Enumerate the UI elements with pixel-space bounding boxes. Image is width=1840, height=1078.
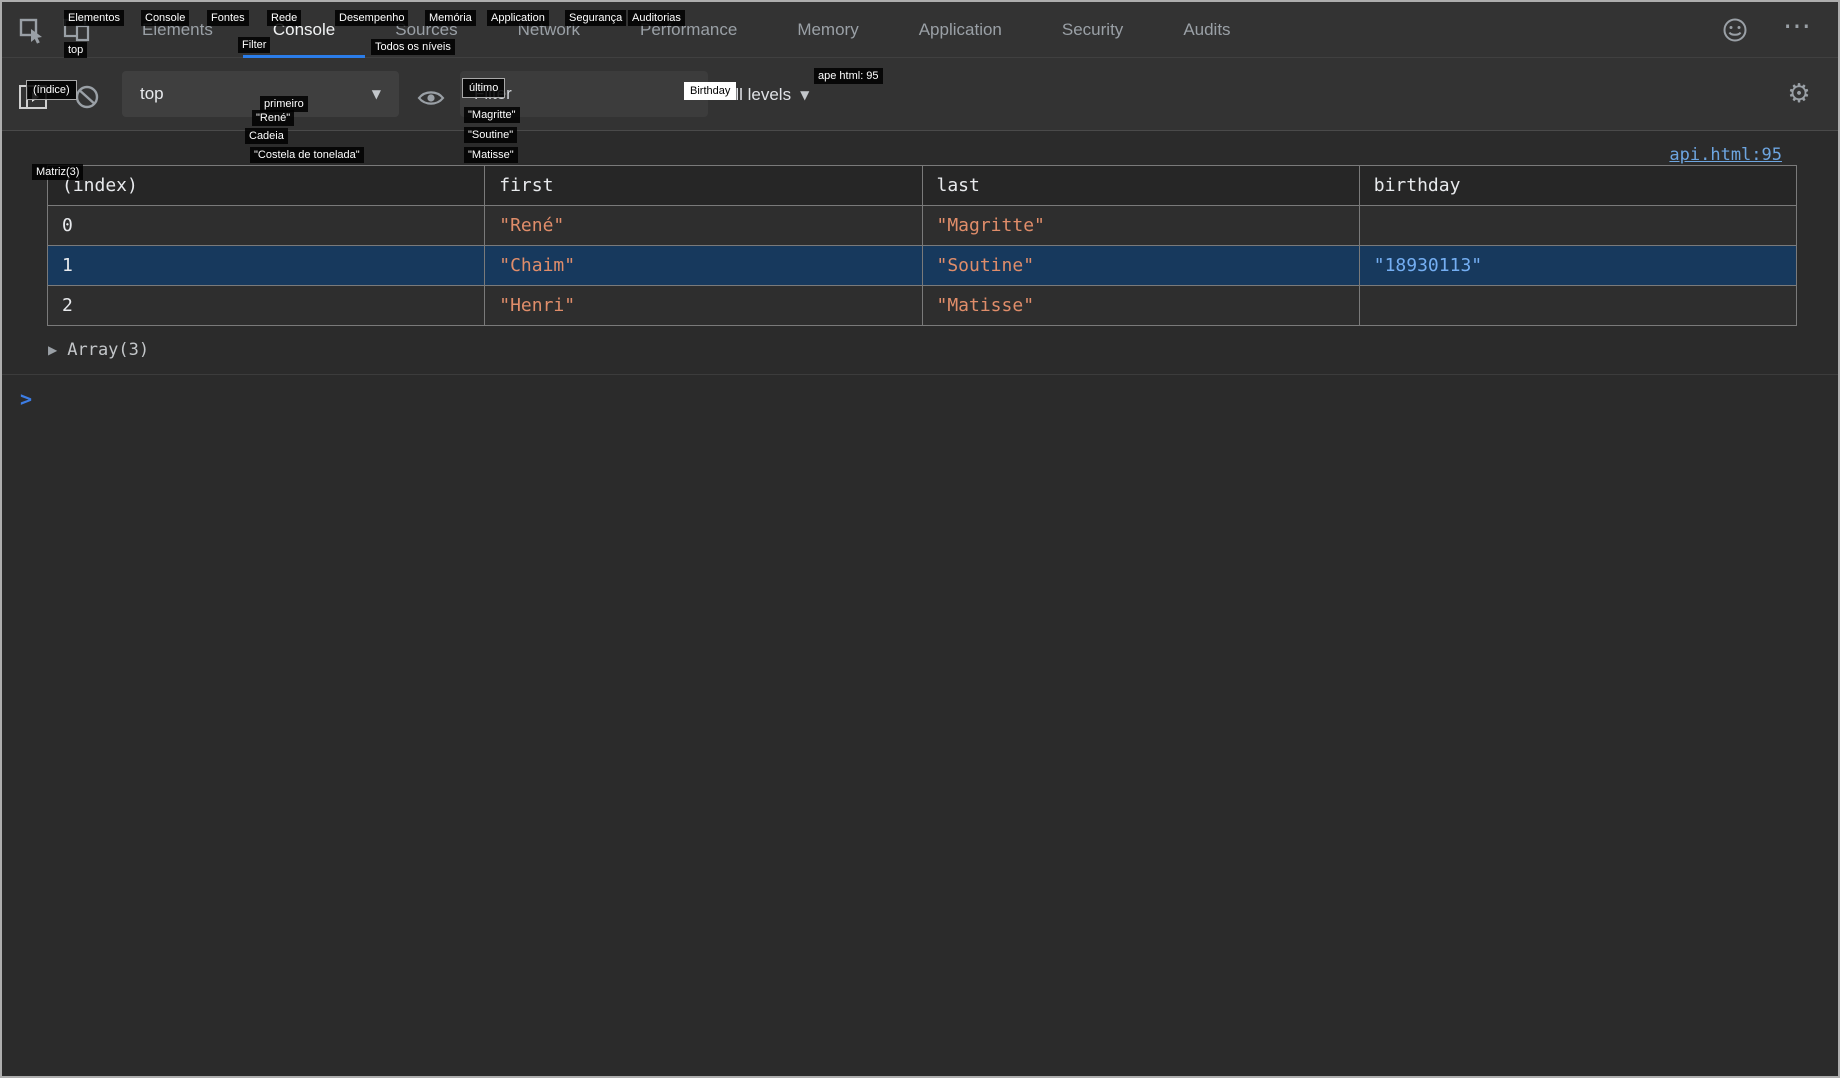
settings-button[interactable]: ⚙: [1780, 77, 1818, 111]
console-table-message: api.html:95 (index) first last birthday …: [2, 131, 1838, 375]
chevron-down-icon: ▼: [800, 88, 809, 102]
cell-birthday: "18930113": [1359, 246, 1796, 286]
feedback-button[interactable]: [1716, 13, 1754, 47]
cell-first: "Chaim": [485, 246, 922, 286]
console-messages-area: api.html:95 (index) first last birthday …: [2, 131, 1838, 1076]
translation-overlay-filter: Filter: [238, 37, 270, 53]
cell-last: "Matisse": [922, 286, 1359, 326]
inspect-element-icon: [18, 17, 45, 44]
translation-overlay-elements: Elementos: [64, 10, 124, 26]
more-options-icon: ⋯: [1783, 9, 1811, 42]
translation-overlay-array: Matriz(3): [32, 164, 83, 180]
translation-overlay-levels: Todos os níveis: [371, 39, 455, 55]
more-options-button[interactable]: ⋯: [1778, 8, 1816, 42]
translation-overlay-costela: "Costela de tonelada": [250, 147, 364, 163]
array-summary[interactable]: ▶ Array(3): [48, 340, 1838, 360]
translation-overlay-memory: Memória: [425, 10, 476, 26]
tab-security[interactable]: Security: [1032, 2, 1153, 58]
translation-overlay-top: top: [64, 42, 87, 58]
cell-index: 1: [48, 246, 485, 286]
prompt-chevron-icon: >: [20, 387, 32, 411]
cell-last: "Soutine": [922, 246, 1359, 286]
cell-birthday: [1359, 206, 1796, 246]
column-header-first: first: [485, 166, 922, 206]
table-row[interactable]: 2 "Henri" "Matisse": [48, 286, 1797, 326]
translation-overlay-sources: Fontes: [207, 10, 249, 26]
cell-first: "René": [485, 206, 922, 246]
translation-overlay-magritte: "Magritte": [464, 107, 520, 123]
translation-overlay-network: Rede: [267, 10, 301, 26]
table-row-selected[interactable]: 1 "Chaim" "Soutine" "18930113": [48, 246, 1797, 286]
column-header-birthday: birthday: [1359, 166, 1796, 206]
column-header-index: (index): [48, 166, 485, 206]
column-header-last: last: [922, 166, 1359, 206]
translation-overlay-application: Application: [487, 10, 549, 26]
cell-first: "Henri": [485, 286, 922, 326]
table-header-row: (index) first last birthday: [48, 166, 1797, 206]
source-location-link[interactable]: api.html:95: [1669, 145, 1782, 165]
translation-overlay-audits: Auditorias: [628, 10, 685, 26]
array-summary-label: Array(3): [67, 340, 149, 360]
log-levels-dropdown[interactable]: All levels ▼: [724, 58, 809, 131]
devtools-window: Elements Console Sources Network Perform…: [0, 0, 1840, 1078]
table-row[interactable]: 0 "René" "Magritte": [48, 206, 1797, 246]
cell-last: "Magritte": [922, 206, 1359, 246]
context-selector-value: top: [140, 84, 164, 104]
cell-birthday: [1359, 286, 1796, 326]
inspect-element-button[interactable]: [12, 13, 50, 47]
console-prompt[interactable]: >: [2, 375, 1838, 411]
cell-index: 2: [48, 286, 485, 326]
translation-overlay-rene: "René": [252, 110, 294, 126]
translation-overlay-performance: Desempenho: [335, 10, 408, 26]
console-table: (index) first last birthday 0 "René" "Ma…: [47, 165, 1797, 326]
cell-index: 0: [48, 206, 485, 246]
translation-overlay-soutine: "Soutine": [464, 127, 517, 143]
tab-memory[interactable]: Memory: [767, 2, 888, 58]
tab-audits[interactable]: Audits: [1153, 2, 1260, 58]
live-expression-eye-icon: [417, 87, 445, 109]
translation-overlay-matisse: "Matisse": [464, 147, 518, 163]
feedback-smiley-icon: [1722, 17, 1748, 43]
disclosure-triangle-icon[interactable]: ▶: [48, 343, 57, 357]
tab-application[interactable]: Application: [889, 2, 1032, 58]
chevron-down-icon: ▼: [372, 87, 381, 101]
live-expression-button[interactable]: [412, 81, 450, 115]
translation-overlay-console: Console: [141, 10, 189, 26]
settings-gear-icon: ⚙: [1787, 79, 1810, 109]
translation-overlay-source: ape html: 95: [814, 68, 883, 84]
translation-overlay-birthday: Birthday: [684, 82, 736, 100]
clear-console-icon: [74, 84, 100, 110]
translation-overlay-security: Segurança: [565, 10, 626, 26]
translation-overlay-string: Cadeia: [245, 128, 288, 144]
translation-overlay-index: (índice): [26, 80, 77, 100]
translation-overlay-last: último: [462, 78, 505, 98]
